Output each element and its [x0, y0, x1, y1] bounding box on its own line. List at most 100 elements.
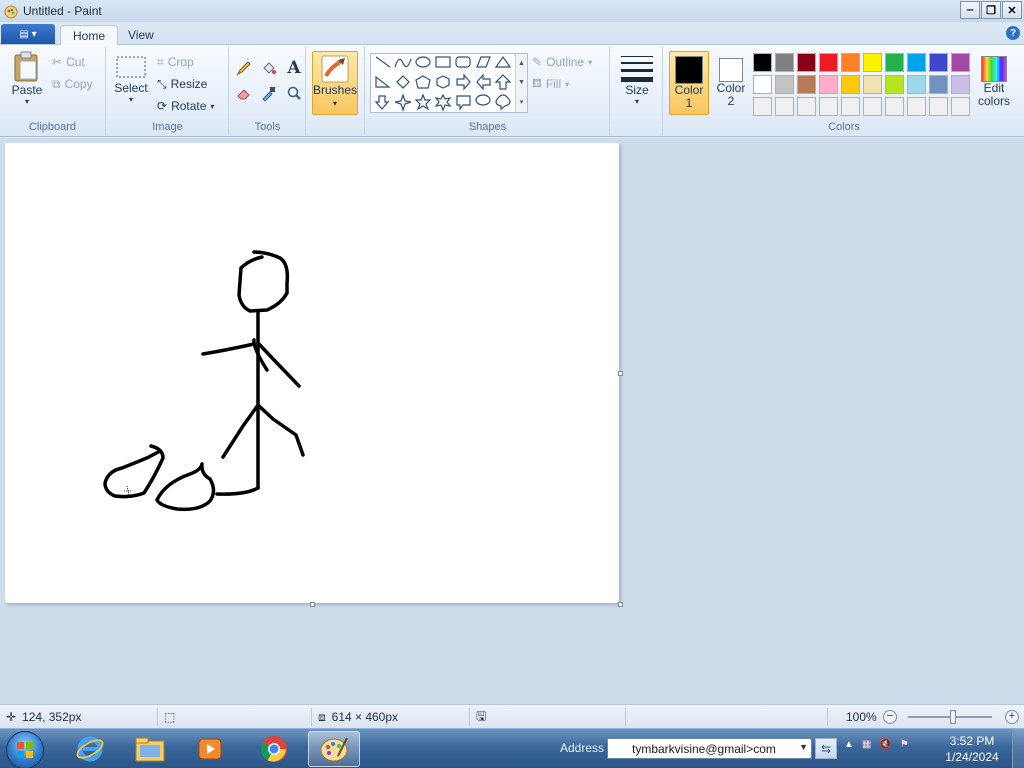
internet-explorer-icon — [76, 736, 104, 762]
brushes-label: Brushes — [312, 83, 358, 97]
crop-icon: ⌗ — [157, 54, 164, 69]
palette-swatch[interactable] — [929, 97, 948, 116]
copy-button[interactable]: ⧉ Copy — [52, 74, 93, 94]
more-shapes-icon[interactable]: ▾ — [520, 98, 524, 106]
palette-swatch[interactable] — [753, 53, 772, 72]
action-center-icon[interactable]: ⚑ — [900, 739, 909, 750]
show-desktop-button[interactable] — [1012, 729, 1024, 768]
drawing-canvas[interactable] — [5, 143, 619, 603]
magnifier-icon[interactable] — [283, 82, 305, 104]
edit-colors-sub: colors — [977, 94, 1010, 108]
brushes-dropdown-icon: ▾ — [332, 99, 337, 108]
rotate-button[interactable]: ⟳ Rotate ▾ — [157, 96, 214, 116]
text-icon[interactable]: A — [283, 57, 305, 79]
media-player-button[interactable] — [184, 731, 236, 767]
shapes-gallery: ▲ ▼ ▾ — [370, 53, 528, 113]
chrome-button[interactable] — [248, 731, 300, 767]
color-picker-icon[interactable] — [258, 82, 280, 104]
palette-swatch[interactable] — [907, 53, 926, 72]
palette-swatch[interactable] — [885, 75, 904, 94]
crop-button[interactable]: ⌗ Crop — [157, 52, 194, 72]
edit-colors-button[interactable]: Edit colors — [972, 51, 1016, 115]
clock[interactable]: 3:52 PM 1/24/2024 — [940, 733, 1004, 765]
palette-swatch[interactable] — [951, 97, 970, 116]
eraser-icon[interactable] — [233, 82, 255, 104]
tab-home[interactable]: Home — [60, 25, 119, 46]
outline-button[interactable]: ✎ Outline ▾ — [532, 52, 592, 72]
palette-swatch[interactable] — [929, 75, 948, 94]
minimize-button[interactable]: ‒ — [960, 1, 980, 19]
color1-button[interactable]: Color 1 — [669, 51, 709, 115]
fill-icon[interactable] — [258, 57, 280, 79]
palette-swatch[interactable] — [775, 53, 794, 72]
canvas-size-text: 614 × 460px — [331, 710, 399, 724]
address-dropdown-icon[interactable]: ▼ — [799, 742, 808, 752]
crosshair-icon: ✛ — [6, 710, 17, 724]
address-input[interactable]: tymbarkvisine@gmail>com ▼ — [607, 738, 812, 759]
help-icon[interactable]: ? — [1006, 26, 1020, 40]
crop-label: Crop — [167, 55, 194, 69]
restore-button[interactable]: ❐ — [981, 1, 1001, 19]
pencil-icon[interactable] — [233, 57, 255, 79]
palette-swatch[interactable] — [863, 75, 882, 94]
brush-icon — [321, 55, 349, 83]
palette-swatch[interactable] — [819, 97, 838, 116]
zoom-out-button[interactable]: − — [883, 710, 897, 724]
selection-icon: ⬚ — [164, 710, 176, 724]
size-button[interactable]: Size ▾ — [617, 53, 657, 106]
network-error-icon[interactable]: ▦ — [862, 739, 871, 750]
internet-explorer-button[interactable] — [64, 731, 116, 767]
address-go-button[interactable]: ⇆ — [815, 738, 837, 759]
resize-handle-bottom[interactable] — [310, 602, 315, 607]
scroll-up-icon[interactable]: ▲ — [518, 60, 525, 67]
palette-swatch[interactable] — [885, 97, 904, 116]
title-bar: Untitled - Paint ‒ ❐ ✕ — [0, 0, 1024, 22]
palette-swatch[interactable] — [753, 75, 772, 94]
palette-swatch[interactable] — [951, 53, 970, 72]
cut-button[interactable]: ✂ Cut — [52, 52, 85, 72]
palette-swatch[interactable] — [841, 75, 860, 94]
palette-swatch[interactable] — [863, 53, 882, 72]
explorer-button[interactable] — [124, 731, 176, 767]
palette-swatch[interactable] — [753, 97, 772, 116]
palette-swatch[interactable] — [929, 53, 948, 72]
disk-icon: 🖫 — [476, 708, 487, 723]
palette-swatch[interactable] — [863, 97, 882, 116]
palette-swatch[interactable] — [907, 97, 926, 116]
shapes-scrollbar[interactable]: ▲ ▼ ▾ — [515, 54, 527, 112]
palette-swatch[interactable] — [775, 97, 794, 116]
resize-button[interactable]: ⤡ Resize — [157, 74, 207, 94]
color2-button[interactable]: Color 2 — [711, 51, 751, 115]
palette-swatch[interactable] — [797, 53, 816, 72]
palette-swatch[interactable] — [797, 97, 816, 116]
brushes-button[interactable]: Brushes ▾ — [312, 51, 358, 115]
close-button[interactable]: ✕ — [1002, 1, 1022, 19]
paint-menu-button[interactable]: ▤ ▾ — [1, 24, 55, 44]
resize-icon: ⤡ — [157, 76, 167, 91]
fill-button[interactable]: ⛾ Fill ▾ — [532, 74, 569, 94]
paste-button[interactable]: Paste ▾ — [8, 51, 46, 106]
palette-swatch[interactable] — [907, 75, 926, 94]
select-button[interactable]: Select ▾ — [113, 53, 149, 104]
palette-swatch[interactable] — [819, 75, 838, 94]
zoom-slider-thumb[interactable] — [950, 710, 956, 724]
tab-view[interactable]: View — [116, 25, 166, 46]
palette-swatch[interactable] — [775, 75, 794, 94]
media-player-icon — [198, 738, 222, 760]
palette-swatch[interactable] — [885, 53, 904, 72]
tray-expand-icon[interactable]: ▲ — [844, 739, 854, 750]
palette-swatch[interactable] — [841, 97, 860, 116]
palette-swatch[interactable] — [797, 75, 816, 94]
palette-swatch[interactable] — [841, 53, 860, 72]
start-button[interactable] — [6, 731, 44, 768]
scroll-down-icon[interactable]: ▼ — [518, 79, 525, 86]
resize-handle-right[interactable] — [618, 371, 623, 376]
taskbar: Address tymbarkvisine@gmail>com ▼ ⇆ ▲ ▦ … — [0, 728, 1024, 768]
zoom-in-button[interactable]: + — [1005, 710, 1019, 724]
resize-handle-corner[interactable] — [618, 602, 623, 607]
paint-taskbar-button[interactable] — [308, 731, 360, 767]
palette-swatch[interactable] — [951, 75, 970, 94]
palette-swatch[interactable] — [819, 53, 838, 72]
volume-muted-icon[interactable]: 🔇 — [879, 739, 891, 750]
file-size: 🖫 — [470, 708, 626, 726]
